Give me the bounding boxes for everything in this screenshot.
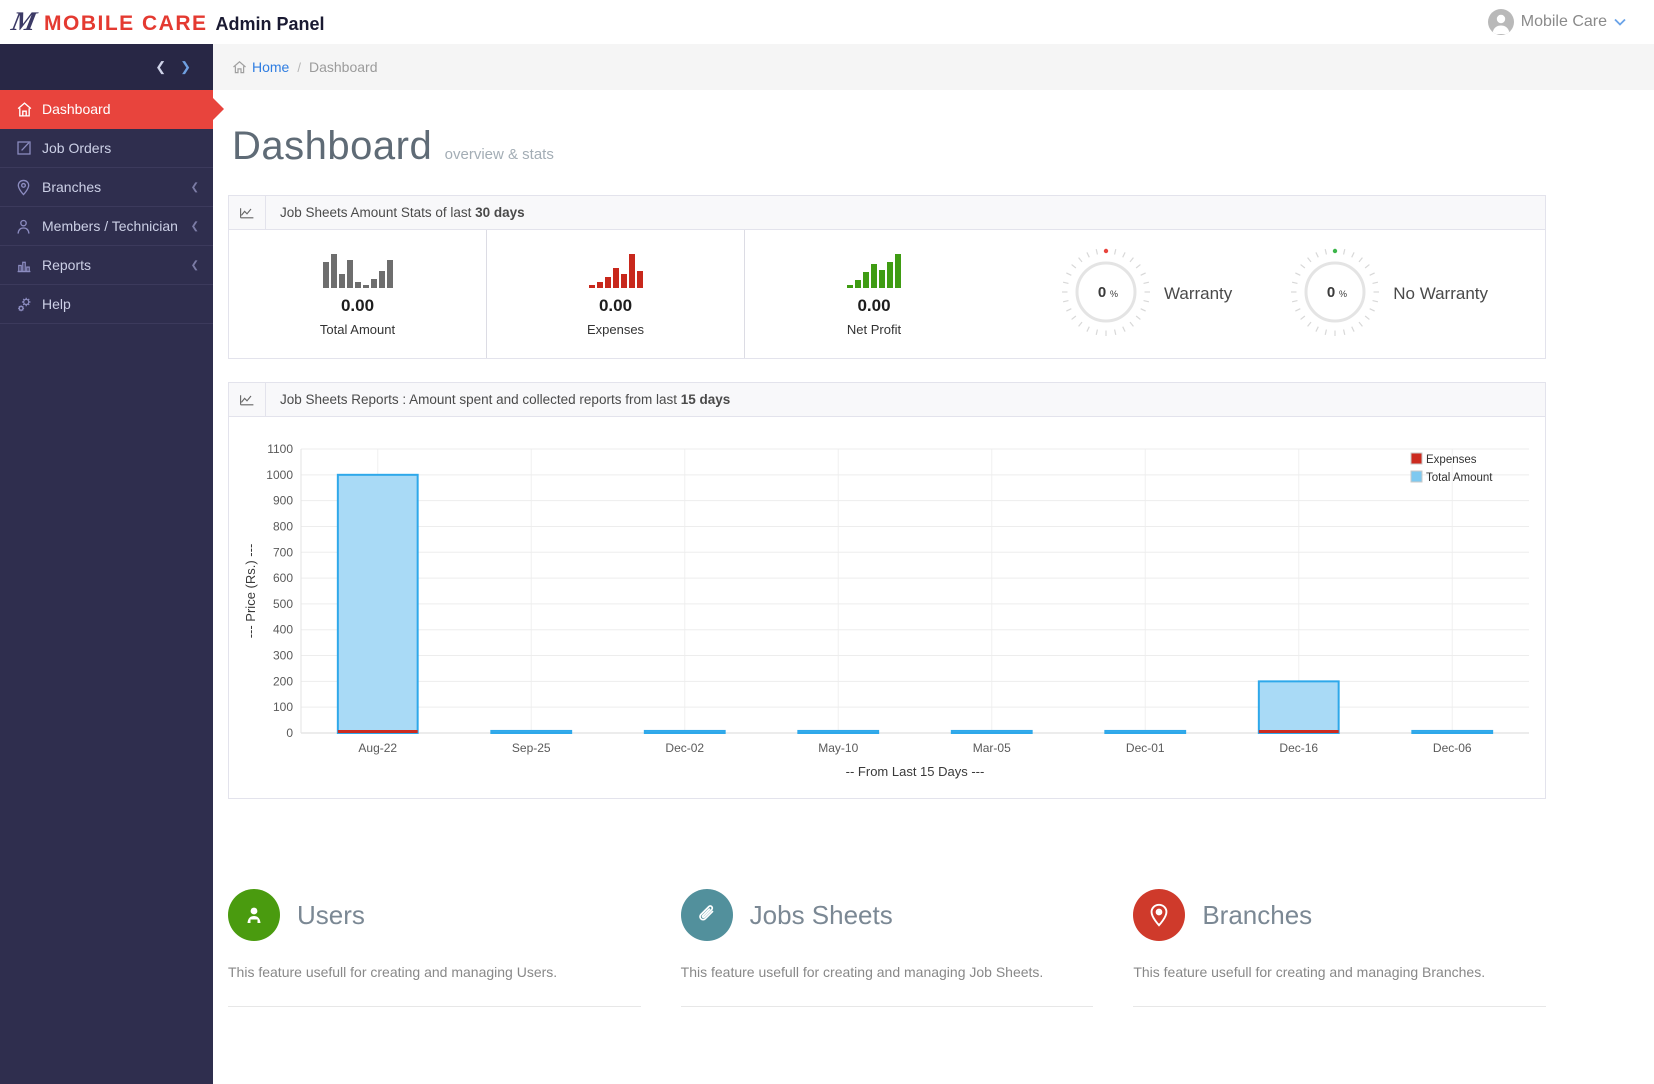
feature-card-branches[interactable]: Branches This feature usefull for creati… xyxy=(1133,889,1546,1007)
collapse-left-icon[interactable]: ❮ xyxy=(155,59,166,75)
page-title: Dashboard xyxy=(232,124,433,168)
stats-panel: Job Sheets Amount Stats of last 30 days … xyxy=(228,195,1546,359)
user-menu[interactable]: Mobile Care xyxy=(1487,9,1626,35)
svg-text:100: 100 xyxy=(273,700,293,714)
svg-text:0: 0 xyxy=(1327,284,1335,301)
feature-cards: Users This feature usefull for creating … xyxy=(228,889,1546,1007)
stat-total-amount: 0.00 Total Amount xyxy=(229,230,487,358)
collapse-right-icon[interactable]: ❯ xyxy=(180,59,191,75)
svg-text:Mar-05: Mar-05 xyxy=(973,741,1011,755)
sidebar-item-reports[interactable]: Reports ❮ xyxy=(0,246,213,285)
line-chart-icon xyxy=(229,383,266,416)
sidebar-item-help[interactable]: Help xyxy=(0,285,213,324)
svg-text:May-10: May-10 xyxy=(818,741,858,755)
person-icon xyxy=(1492,14,1510,34)
svg-text:500: 500 xyxy=(273,597,293,611)
breadcrumb-separator: / xyxy=(297,59,301,75)
bar-chart-icon xyxy=(16,258,42,273)
svg-text:800: 800 xyxy=(273,519,293,533)
svg-text:700: 700 xyxy=(273,545,293,559)
svg-text:%: % xyxy=(1110,289,1118,299)
home-icon xyxy=(233,60,246,74)
chevron-left-icon: ❮ xyxy=(190,259,199,271)
gauge-no-warranty: 0% No Warranty xyxy=(1289,246,1488,343)
breadcrumb-current: Dashboard xyxy=(308,59,378,75)
user-name: Mobile Care xyxy=(1520,13,1607,30)
divider xyxy=(1133,1006,1546,1007)
divider xyxy=(228,1006,641,1007)
svg-text:-- From Last 15 Days ---: -- From Last 15 Days --- xyxy=(846,764,985,779)
main-content: Home / Dashboard Dashboard overview & st… xyxy=(213,44,1654,1084)
brand-subtitle: Admin Panel xyxy=(215,14,325,34)
divider xyxy=(680,1006,1094,1007)
brand-name: MOBILE CARE xyxy=(44,12,208,35)
report-panel-title: Job Sheets Reports : Amount spent and co… xyxy=(280,392,731,407)
svg-text:Dec-16: Dec-16 xyxy=(1279,741,1318,755)
sidebar-item-job-orders[interactable]: Job Orders xyxy=(0,129,213,168)
stats-panel-title: Job Sheets Amount Stats of last 30 days xyxy=(280,205,525,220)
logo-m-icon: M xyxy=(8,6,40,36)
mini-bar-chart-icon xyxy=(847,252,901,288)
report-panel: Job Sheets Reports : Amount spent and co… xyxy=(228,382,1546,799)
svg-text:900: 900 xyxy=(273,494,293,508)
stats-row: 0.00 Total Amount 0.00 Expenses 0.00 Net… xyxy=(229,230,1545,358)
gears-icon xyxy=(16,296,42,313)
line-chart-icon xyxy=(229,196,266,229)
breadcrumb-home-link[interactable]: Home xyxy=(232,59,289,75)
edit-square-icon xyxy=(16,140,42,156)
chevron-down-icon xyxy=(1614,18,1626,26)
home-icon xyxy=(16,101,42,118)
gauge-warranty: 0% Warranty xyxy=(1060,246,1232,343)
mini-bar-chart-icon xyxy=(322,252,393,288)
sidebar: ❮ ❯ Dashboard Job Orders Branches ❮ Memb… xyxy=(0,44,213,1084)
svg-text:1000: 1000 xyxy=(266,468,293,482)
stat-net-profit: 0.00 Net Profit xyxy=(745,230,1003,358)
sidebar-item-dashboard[interactable]: Dashboard xyxy=(0,90,213,129)
user-icon xyxy=(16,218,42,235)
gauges: 0% Warranty 0% No Warranty xyxy=(1003,230,1545,358)
mini-bar-chart-icon xyxy=(588,252,643,288)
svg-text:400: 400 xyxy=(273,623,293,637)
report-chart: 0 100 200 300 400 500 600 700 800 900 1000 1100 Aug-… xyxy=(229,417,1545,798)
svg-text:0: 0 xyxy=(286,726,293,740)
chevron-left-icon: ❮ xyxy=(190,220,199,232)
app-header: M MOBILE CARE Admin Panel Mobile Care xyxy=(0,0,1654,44)
svg-text:%: % xyxy=(1339,289,1347,299)
svg-text:Sep-25: Sep-25 xyxy=(512,741,551,755)
svg-text:Aug-22: Aug-22 xyxy=(358,741,397,755)
gauge-dial-icon: 0% xyxy=(1060,246,1152,343)
svg-text:Total Amount: Total Amount xyxy=(1426,472,1493,484)
gauge-dial-icon: 0% xyxy=(1289,246,1381,343)
page-subtitle: overview & stats xyxy=(444,146,554,163)
svg-text:Dec-01: Dec-01 xyxy=(1126,741,1165,755)
sidebar-item-members-technician[interactable]: Members / Technician ❮ xyxy=(0,207,213,246)
svg-text:200: 200 xyxy=(273,674,293,688)
paperclip-icon xyxy=(680,889,733,941)
svg-text:Dec-02: Dec-02 xyxy=(665,741,704,755)
stat-expenses: 0.00 Expenses xyxy=(487,230,745,358)
brand-logo[interactable]: M MOBILE CARE Admin Panel xyxy=(8,6,325,36)
stats-panel-header: Job Sheets Amount Stats of last 30 days xyxy=(229,196,1545,230)
svg-text:0: 0 xyxy=(1098,284,1106,301)
breadcrumb: Home / Dashboard xyxy=(213,44,1654,90)
feature-card-users[interactable]: Users This feature usefull for creating … xyxy=(228,889,641,1007)
users-circle-icon xyxy=(228,889,280,941)
map-pin-icon xyxy=(16,179,42,196)
sidebar-collapse-bar: ❮ ❯ xyxy=(0,44,213,90)
svg-text:--- Price (Rs.) ---: --- Price (Rs.) --- xyxy=(243,544,258,639)
svg-text:Expenses: Expenses xyxy=(1426,454,1477,466)
svg-text:600: 600 xyxy=(273,571,293,585)
feature-card-job-sheets[interactable]: Jobs Sheets This feature usefull for cre… xyxy=(680,889,1094,1007)
report-panel-header: Job Sheets Reports : Amount spent and co… xyxy=(229,383,1545,417)
svg-text:1100: 1100 xyxy=(267,442,293,456)
avatar xyxy=(1487,9,1514,35)
svg-text:Dec-06: Dec-06 xyxy=(1433,741,1472,755)
chevron-left-icon: ❮ xyxy=(190,181,199,193)
sidebar-item-branches[interactable]: Branches ❮ xyxy=(0,168,213,207)
svg-text:300: 300 xyxy=(273,649,293,663)
map-pin-icon xyxy=(1133,889,1186,941)
page-heading: Dashboard overview & stats xyxy=(228,110,1546,195)
